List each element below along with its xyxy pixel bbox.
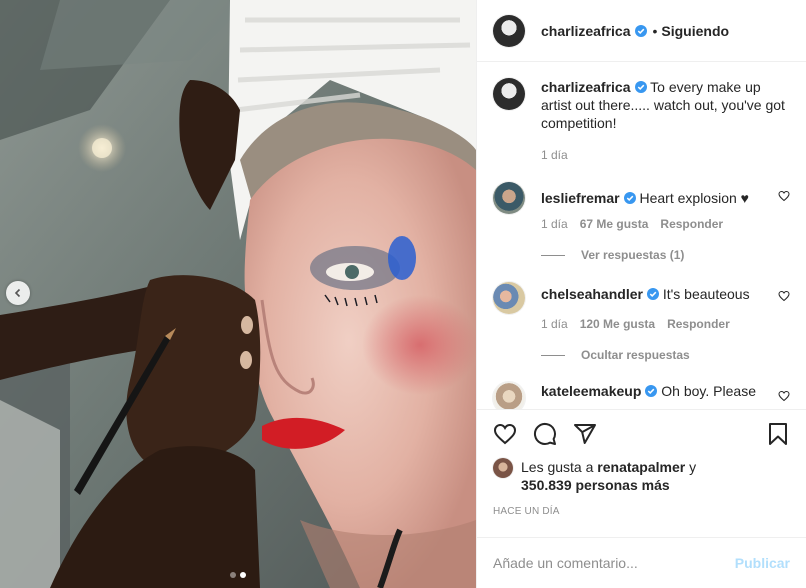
header-separator: • bbox=[652, 22, 658, 39]
bookmark-icon[interactable] bbox=[766, 422, 790, 446]
comment-username[interactable]: lesliefremar bbox=[541, 190, 620, 206]
reply-button[interactable]: Responder bbox=[667, 315, 730, 333]
commenter-avatar[interactable] bbox=[493, 382, 525, 409]
comment: kateleemakeup Oh boy. Please bbox=[493, 382, 790, 409]
share-icon[interactable] bbox=[573, 422, 597, 446]
hide-replies-label: Ocultar respuestas bbox=[581, 348, 690, 363]
likes-summary: Les gusta a renatapalmer y 350.839 perso… bbox=[493, 457, 790, 494]
comment: chelseahandler It's beauteous 1 día 120 … bbox=[493, 282, 790, 362]
verified-icon bbox=[634, 24, 647, 37]
author-username[interactable]: charlizeafrica bbox=[541, 23, 631, 39]
reply-button[interactable]: Responder bbox=[660, 215, 723, 233]
comment-likes-count[interactable]: 67 Me gusta bbox=[580, 215, 649, 233]
comment-time[interactable]: 1 día bbox=[541, 215, 568, 233]
post-header: charlizeafrica • Siguiendo bbox=[477, 0, 806, 63]
chevron-left-icon bbox=[14, 288, 21, 298]
comment-input[interactable] bbox=[493, 554, 735, 571]
caption-username[interactable]: charlizeafrica bbox=[541, 79, 631, 95]
caption-avatar[interactable] bbox=[493, 78, 525, 111]
following-button[interactable]: Siguiendo bbox=[661, 23, 729, 39]
comment-text: Oh boy. Please bbox=[661, 383, 756, 400]
view-replies-toggle[interactable]: Ver respuestas (1) bbox=[541, 248, 790, 262]
add-comment-form: Publicar bbox=[477, 536, 806, 588]
verified-icon bbox=[634, 81, 647, 94]
comment-text: It's beauteous bbox=[662, 286, 750, 303]
view-replies-label: Ver respuestas (1) bbox=[581, 248, 685, 263]
liker-avatar[interactable] bbox=[493, 457, 513, 478]
verified-icon bbox=[646, 288, 659, 301]
comment-like-heart-icon[interactable] bbox=[778, 290, 790, 302]
post-image bbox=[0, 0, 476, 588]
comment: lesliefremar Heart explosion ♥ 1 día 67 … bbox=[493, 182, 790, 262]
comment-icon[interactable] bbox=[533, 422, 557, 446]
comment-like-heart-icon[interactable] bbox=[778, 190, 790, 202]
comment-username[interactable]: chelseahandler bbox=[541, 286, 643, 302]
comment-like-heart-icon[interactable] bbox=[778, 390, 790, 402]
carousel-dot bbox=[230, 572, 236, 578]
comment-text: Heart explosion ♥ bbox=[639, 190, 749, 207]
instagram-post-modal: charlizeafrica • Siguiendo charlizeafric… bbox=[0, 0, 806, 588]
post-actions: Les gusta a renatapalmer y 350.839 perso… bbox=[477, 408, 806, 520]
carousel-prev-button[interactable] bbox=[6, 281, 30, 305]
commenter-avatar[interactable] bbox=[493, 282, 525, 315]
likes-prefix: Les gusta a bbox=[521, 458, 594, 475]
verified-icon bbox=[645, 385, 658, 398]
post-timestamp[interactable]: Hace un día bbox=[493, 506, 790, 520]
comment-username[interactable]: kateleemakeup bbox=[541, 383, 641, 399]
post-photo bbox=[0, 0, 476, 588]
comment-time[interactable]: 1 día bbox=[541, 315, 568, 333]
caption-time[interactable]: 1 día bbox=[541, 146, 568, 164]
heart-icon[interactable] bbox=[493, 422, 517, 446]
likes-others-link[interactable]: 350.839 personas más bbox=[521, 477, 670, 493]
publish-button[interactable]: Publicar bbox=[735, 555, 790, 571]
liker-username[interactable]: renatapalmer bbox=[597, 459, 685, 475]
post-side-panel: charlizeafrica • Siguiendo charlizeafric… bbox=[476, 0, 806, 588]
carousel-indicator bbox=[0, 572, 476, 578]
comment-likes-count[interactable]: 120 Me gusta bbox=[580, 315, 655, 333]
replies-line bbox=[541, 254, 565, 256]
hide-replies-toggle[interactable]: Ocultar respuestas bbox=[541, 348, 790, 362]
action-icons bbox=[493, 414, 790, 454]
likes-joiner: y bbox=[689, 458, 697, 475]
commenter-avatar[interactable] bbox=[493, 182, 525, 215]
replies-line bbox=[541, 354, 565, 356]
caption: charlizeafrica To every make up artist o… bbox=[493, 78, 790, 162]
comments-list[interactable]: charlizeafrica To every make up artist o… bbox=[477, 62, 806, 409]
verified-icon bbox=[623, 192, 636, 205]
carousel-dot-active bbox=[240, 572, 246, 578]
author-avatar[interactable] bbox=[493, 14, 525, 47]
